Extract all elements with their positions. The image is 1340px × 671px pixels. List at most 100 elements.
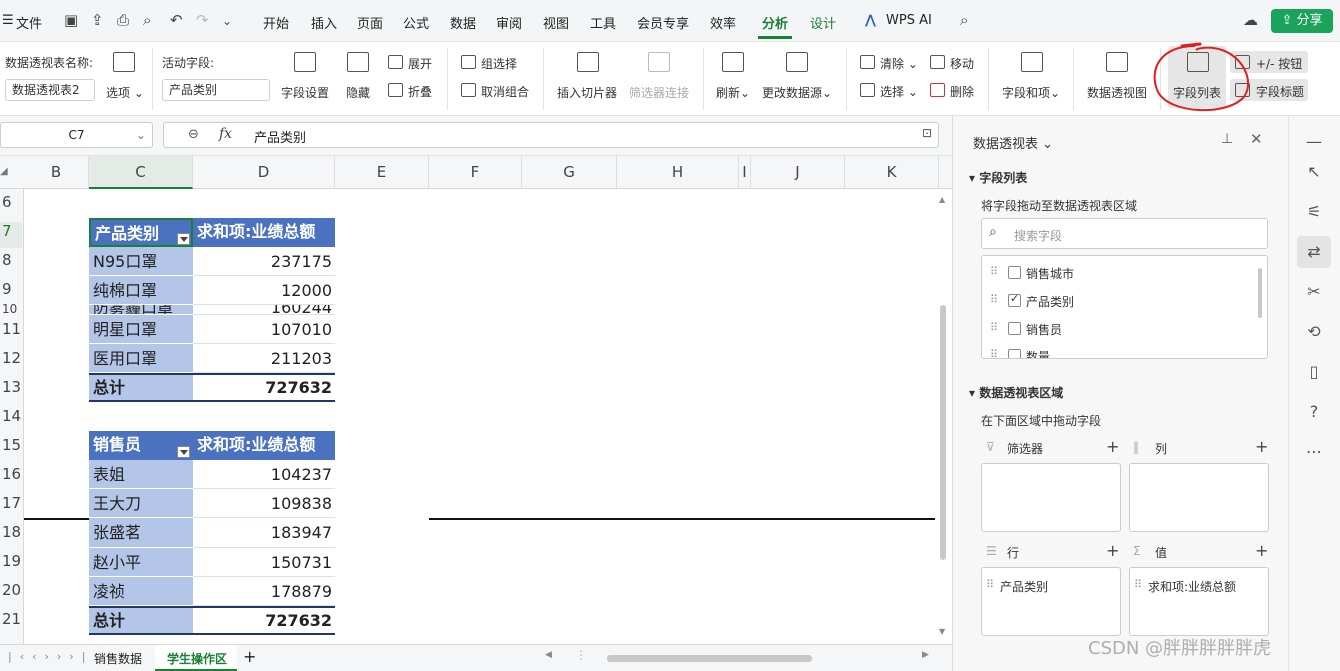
- close-icon[interactable]: ✕: [1250, 130, 1263, 148]
- pivot-areas-section[interactable]: ▾ 数据透视表区域: [969, 384, 1063, 401]
- expand-icon[interactable]: [388, 55, 403, 69]
- share-button[interactable]: ⇪ 分享: [1271, 9, 1333, 33]
- save-icon[interactable]: ▣: [64, 11, 78, 29]
- pivot-chart-button[interactable]: 数据透视图: [1087, 84, 1147, 101]
- field-list-scrollbar[interactable]: [1258, 268, 1262, 318]
- chevron-down-icon[interactable]: ⌄: [222, 14, 232, 28]
- sheet-tab-sales[interactable]: 销售数据: [94, 650, 142, 667]
- add-filter-icon[interactable]: +: [1106, 437, 1119, 456]
- value-field-item[interactable]: 求和项:业绩总额: [1148, 578, 1236, 595]
- pivot1-row-value[interactable]: 107010: [193, 315, 335, 344]
- hide-icon[interactable]: [347, 52, 369, 72]
- col-header-h[interactable]: H: [617, 156, 739, 189]
- tab-home[interactable]: 开始: [263, 13, 289, 32]
- row-header[interactable]: 18: [0, 523, 22, 541]
- add-value-icon[interactable]: +: [1255, 541, 1268, 560]
- field-settings-icon[interactable]: [294, 52, 316, 72]
- row-header[interactable]: 17: [0, 494, 22, 512]
- panel-title[interactable]: 数据透视表 ⌄: [973, 133, 1053, 152]
- row-header[interactable]: 19: [0, 552, 22, 570]
- refresh-button[interactable]: 刷新⌄: [716, 84, 750, 101]
- zoom-formula-icon[interactable]: ⊖: [188, 127, 199, 142]
- undo-icon[interactable]: ↶: [170, 11, 183, 29]
- pivot1-row-value[interactable]: 237175: [193, 247, 335, 276]
- insert-slicer-button[interactable]: 插入切片器: [557, 84, 617, 101]
- field-list-section[interactable]: ▾ 字段列表: [969, 169, 1027, 186]
- change-source-button[interactable]: 更改数据源⌄: [762, 84, 832, 101]
- options-icon[interactable]: [113, 52, 135, 72]
- scroll-down-icon[interactable]: ▼: [939, 627, 945, 636]
- row-header[interactable]: 13: [0, 378, 22, 396]
- settings-sliders-icon[interactable]: ⚟: [1304, 202, 1324, 222]
- book-icon[interactable]: ▯: [1304, 362, 1324, 382]
- row-header[interactable]: 9: [0, 280, 22, 298]
- tools-icon[interactable]: ✂: [1304, 282, 1324, 302]
- pivot1-total-label[interactable]: 总计: [89, 373, 193, 402]
- drag-handle-icon[interactable]: ⠿: [1134, 578, 1142, 591]
- filter-connection-button[interactable]: 筛选器连接: [629, 84, 689, 101]
- menu-icon[interactable]: ☰: [2, 13, 14, 28]
- pivot2-total-value[interactable]: 727632: [193, 606, 335, 635]
- pivot2-row-label[interactable]: 表姐: [89, 460, 193, 489]
- select-button[interactable]: 选择 ⌄: [880, 83, 918, 100]
- menu-file[interactable]: 文件: [16, 13, 42, 32]
- pivot1-row-value[interactable]: 160244: [193, 305, 335, 315]
- pivot1-row-label[interactable]: 明星口罩: [89, 315, 193, 344]
- field-item[interactable]: 产品类别: [1026, 293, 1074, 310]
- drag-handle-icon[interactable]: ⠿: [990, 265, 998, 278]
- group-select-icon[interactable]: [461, 55, 476, 69]
- col-header-i[interactable]: I: [739, 156, 751, 189]
- scroll-right-icon[interactable]: ▶: [922, 650, 929, 660]
- cursor-icon[interactable]: ↖: [1304, 162, 1324, 182]
- col-header-d[interactable]: D: [193, 156, 335, 189]
- tab-efficiency[interactable]: 效率: [710, 13, 736, 32]
- vertical-scrollbar[interactable]: ▲ ▼: [937, 195, 949, 640]
- cloud-sync-icon[interactable]: ☁: [1243, 11, 1258, 29]
- col-header-g[interactable]: G: [522, 156, 617, 189]
- row-header[interactable]: 6: [0, 193, 22, 211]
- ungroup-button[interactable]: 取消组合: [481, 83, 529, 100]
- add-sheet-icon[interactable]: +: [243, 647, 256, 666]
- pivot1-row-label[interactable]: 医用口罩: [89, 344, 193, 373]
- col-header-e[interactable]: E: [335, 156, 429, 189]
- filter-connection-icon[interactable]: [648, 52, 670, 72]
- collapse-ribbon-icon[interactable]: —: [1304, 132, 1324, 152]
- formula-input[interactable]: ⊖ fx 产品类别 ⊡: [163, 122, 939, 148]
- pivot2-row-label[interactable]: 赵小平: [89, 548, 193, 577]
- move-button[interactable]: 移动: [950, 55, 974, 72]
- pin-icon[interactable]: ⊥: [1221, 131, 1233, 147]
- pivot2-row-label[interactable]: 王大刀: [89, 489, 193, 518]
- expand-button[interactable]: 展开: [408, 55, 432, 72]
- field-item[interactable]: 销售员: [1026, 321, 1062, 338]
- pivot2-row-value[interactable]: 104237: [193, 460, 335, 489]
- field-checkbox-checked[interactable]: [1008, 292, 1021, 307]
- chevron-down-icon[interactable]: ⌄: [136, 123, 146, 147]
- fields-items-button[interactable]: 字段和项⌄: [1002, 84, 1060, 101]
- active-field-input[interactable]: 产品类别: [162, 79, 270, 101]
- scroll-up-icon[interactable]: ▲: [939, 195, 945, 204]
- tab-tools[interactable]: 工具: [590, 13, 616, 32]
- tab-member[interactable]: 会员专享: [637, 13, 689, 32]
- add-column-icon[interactable]: +: [1255, 437, 1268, 456]
- row-header[interactable]: 15: [0, 436, 22, 454]
- col-header-f[interactable]: F: [429, 156, 522, 189]
- tab-analysis[interactable]: 分析: [762, 13, 788, 32]
- col-header-c[interactable]: C: [89, 156, 193, 189]
- field-item[interactable]: 数量: [1026, 348, 1050, 358]
- collapse-button[interactable]: 折叠: [408, 83, 432, 100]
- field-item[interactable]: 销售城市: [1026, 265, 1074, 282]
- backup-icon[interactable]: ⟲: [1304, 322, 1324, 342]
- more-icon[interactable]: ⋯: [1304, 442, 1324, 462]
- pivot1-row-label[interactable]: 防雾霾口罩: [89, 305, 193, 315]
- add-row-icon[interactable]: +: [1106, 541, 1119, 560]
- pivot2-value-header[interactable]: 求和项:业绩总额: [193, 431, 335, 460]
- pivot2-row-value[interactable]: 150731: [193, 548, 335, 577]
- redo-icon[interactable]: ↷: [196, 11, 209, 29]
- tab-splitter[interactable]: ⋮: [575, 648, 587, 662]
- move-icon[interactable]: [930, 55, 945, 69]
- select-all-corner[interactable]: ◢: [0, 166, 8, 177]
- row-header[interactable]: 7: [0, 222, 22, 248]
- pivot1-total-value[interactable]: 727632: [193, 373, 335, 402]
- field-settings-button[interactable]: 字段设置: [281, 84, 329, 101]
- delete-button[interactable]: 删除: [950, 83, 974, 100]
